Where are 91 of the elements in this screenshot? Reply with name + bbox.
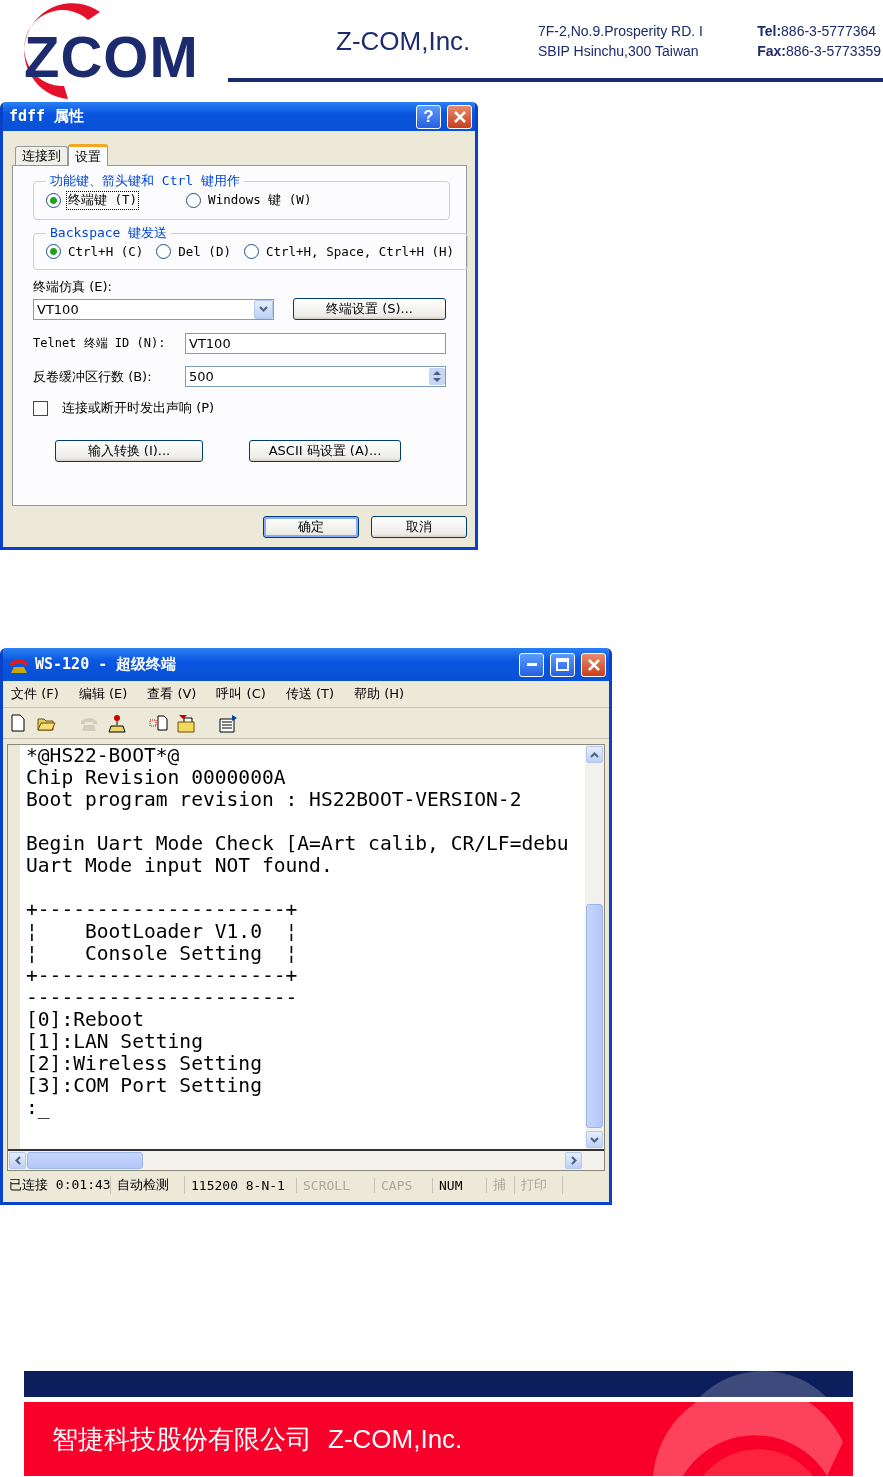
- close-button[interactable]: [447, 104, 472, 129]
- company-name: 智捷科技股份有限公司: [52, 1422, 312, 1456]
- terminal-line: [3]:COM Port Setting: [26, 1075, 263, 1097]
- menu-item[interactable]: 帮助 (H): [354, 685, 405, 703]
- radio-label: 终端键 (T): [67, 192, 139, 209]
- menu-item[interactable]: 呼叫 (C): [216, 685, 266, 703]
- field-label: Telnet 终端 ID (N):: [33, 335, 167, 352]
- folder-document-icon[interactable]: [177, 713, 197, 733]
- scroll-up-button[interactable]: [586, 746, 603, 763]
- terminal-line: +---------------------+: [26, 965, 299, 987]
- status-item: SCROLL: [297, 1177, 375, 1193]
- status-item: 115200 8-N-1: [185, 1177, 297, 1193]
- tab[interactable]: 连接到: [15, 146, 68, 165]
- menu-item[interactable]: 查看 (V): [147, 685, 197, 703]
- checkbox-label: 连接或断开时发出声响 (P): [62, 399, 215, 417]
- phone-icon[interactable]: [107, 713, 127, 733]
- scrollbar-thumb[interactable]: [27, 1152, 143, 1169]
- spin-field[interactable]: 500: [185, 366, 446, 387]
- dropdown-button[interactable]: [254, 299, 273, 319]
- status-item: NUM: [433, 1177, 487, 1193]
- status-item: 打印: [515, 1176, 563, 1194]
- terminal-line: [1]:LAN Setting: [26, 1031, 204, 1053]
- radio-label: Ctrl+H, Space, Ctrl+H (H): [264, 244, 456, 259]
- company-name: Z-COM,Inc.: [328, 1423, 463, 1455]
- terminal-line: Uart Mode input NOT found.: [26, 855, 334, 877]
- window-title: WS-120 - 超级终端: [35, 655, 178, 674]
- terminal-line: *@HS22-BOOT*@: [26, 745, 181, 767]
- terminal-line: ¦ Console Setting ¦: [26, 943, 299, 965]
- logo-text: ZCOM: [24, 28, 199, 86]
- maximize-icon: [556, 658, 569, 671]
- group-title: 功能键、箭头键和 Ctrl 键用作: [49, 172, 241, 190]
- terminal-line: -----------------------: [26, 987, 299, 1009]
- scroll-right-button[interactable]: [565, 1152, 582, 1169]
- contact-line: Fax:886-3-5773359: [757, 43, 881, 59]
- chevron-right-icon: [570, 1156, 577, 1165]
- ok-button[interactable]: 确定: [263, 516, 359, 538]
- radio-label: Del (D): [177, 244, 232, 259]
- field-label: 终端仿真 (E):: [33, 278, 112, 296]
- menu-item[interactable]: 文件 (F): [11, 685, 59, 703]
- radio-button[interactable]: [186, 193, 202, 208]
- address-line: 7F-2,No.9.Prosperity RD. I: [538, 23, 703, 39]
- radio-button[interactable]: [46, 193, 61, 208]
- input-translation-button[interactable]: 输入转换 (I)...: [55, 440, 203, 462]
- contact-line: Tel:886-3-5777364: [757, 23, 878, 39]
- radio-button[interactable]: [46, 244, 61, 259]
- terminal-line: +---------------------+: [26, 899, 299, 921]
- checkbox[interactable]: [33, 400, 48, 416]
- company-name: Z-COM,Inc.: [336, 25, 472, 57]
- menu-item[interactable]: 传送 (T): [285, 685, 334, 703]
- close-icon: [453, 110, 466, 123]
- chevron-left-icon: [14, 1156, 21, 1165]
- terminal-line: [2]:Wireless Setting: [26, 1053, 263, 1075]
- chevron-down-icon: [259, 306, 268, 312]
- chevron-up-icon: [590, 751, 599, 758]
- scroll-down-button[interactable]: [586, 1131, 603, 1148]
- status-item: CAPS: [375, 1177, 433, 1193]
- input-field[interactable]: VT100: [185, 333, 446, 354]
- maximize-button[interactable]: [550, 652, 575, 677]
- status-item: 已连接 0:01:43: [3, 1176, 111, 1194]
- terminal-line: ¦ BootLoader V1.0 ¦: [26, 921, 299, 943]
- status-item: 自动检测: [111, 1176, 185, 1194]
- field-label: 反卷缓冲区行数 (B):: [33, 367, 153, 386]
- scroll-left-button[interactable]: [9, 1152, 26, 1169]
- scrollbar-thumb[interactable]: [586, 904, 603, 1128]
- radio-label: Ctrl+H (C): [67, 244, 145, 259]
- ascii-setup-button[interactable]: ASCII 码设置 (A)...: [249, 440, 401, 462]
- close-button[interactable]: [581, 652, 606, 677]
- address-line: SBIP Hsinchu,300 Taiwan: [538, 43, 700, 59]
- radio-label: Windows 键 (W): [207, 192, 313, 209]
- menu-item[interactable]: 编辑 (E): [78, 685, 128, 703]
- radio-button[interactable]: [156, 244, 172, 259]
- terminal-line: :_: [26, 1097, 51, 1119]
- terminal-line: Chip Revision 0000000A: [26, 767, 287, 789]
- close-icon: [587, 658, 600, 671]
- radio-button[interactable]: [243, 244, 259, 259]
- minimize-button[interactable]: [519, 652, 544, 677]
- group-title: Backspace 键发送: [49, 224, 169, 242]
- cancel-button[interactable]: 取消: [371, 516, 467, 538]
- minimize-icon: [526, 663, 537, 666]
- terminal-line: [0]:Reboot: [26, 1009, 145, 1031]
- chevron-down-icon: [590, 1136, 599, 1143]
- tab[interactable]: 设置: [68, 144, 108, 166]
- window-title: fdff 属性: [9, 107, 86, 126]
- status-item: 捕: [487, 1176, 515, 1194]
- terminal-settings-button[interactable]: 终端设置 (S)...: [293, 298, 446, 320]
- dropdown-field[interactable]: VT100: [33, 298, 274, 320]
- properties-icon[interactable]: [219, 713, 239, 733]
- terminal-line: Begin Uart Mode Check [A=Art calib, CR/LF=debu: [26, 833, 570, 855]
- grid-document-icon[interactable]: [149, 713, 169, 733]
- terminal-line: Boot program revision : HS22BOOT-VERSION-2: [26, 789, 523, 811]
- spinner-arrows-icon: [429, 368, 445, 385]
